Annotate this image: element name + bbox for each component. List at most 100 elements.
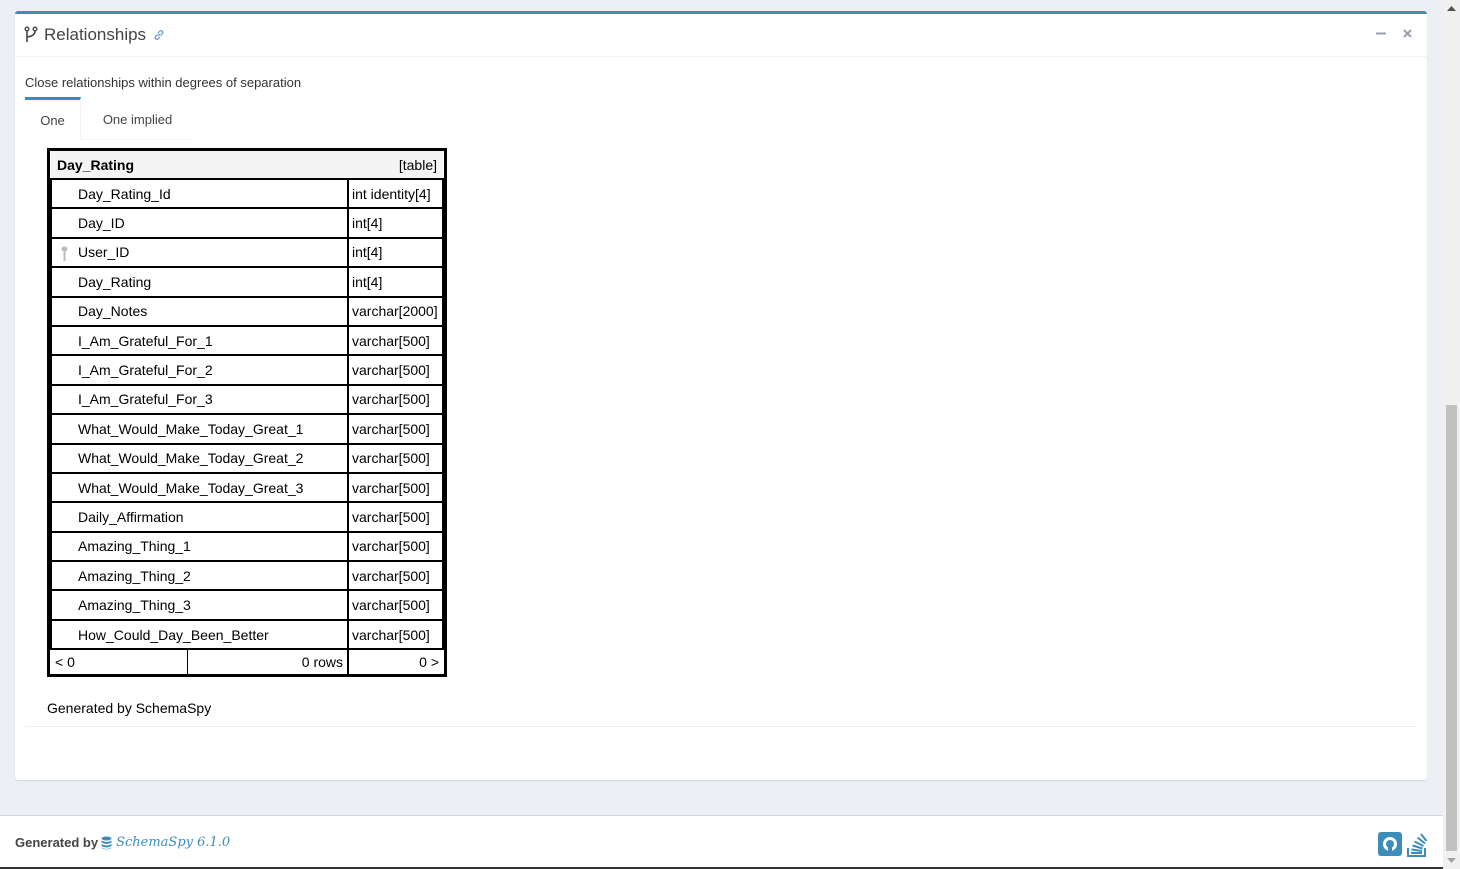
- box-body: Close relationships within degrees of se…: [15, 57, 1427, 750]
- column-name-text: What_Would_Make_Today_Great_2: [78, 450, 304, 467]
- column-row[interactable]: What_Would_Make_Today_Great_3 varchar[500…: [50, 472, 444, 504]
- column-name-text: Amazing_Thing_2: [78, 567, 191, 584]
- column-name: I_Am_Grateful_For_2: [50, 355, 349, 386]
- scroll-down-button[interactable]: [1443, 852, 1460, 869]
- column-row[interactable]: Amazing_Thing_1 varchar[500]: [50, 531, 444, 563]
- column-name-text: How_Could_Day_Been_Better: [78, 626, 269, 643]
- relationships-box: Relationships Close relationships within…: [15, 11, 1427, 780]
- column-name: What_Would_Make_Today_Great_3: [50, 472, 349, 504]
- footer-icons: [1378, 832, 1429, 858]
- column-name: Amazing_Thing_3: [50, 590, 349, 621]
- column-name-text: What_Would_Make_Today_Great_1: [78, 420, 304, 437]
- link-icon[interactable]: [153, 29, 165, 41]
- column-name-text: Amazing_Thing_1: [78, 538, 191, 555]
- column-row[interactable]: Day_Rating_Id int identity[4]: [50, 179, 444, 210]
- vertical-scrollbar[interactable]: [1443, 0, 1460, 869]
- divider: [25, 726, 1417, 727]
- column-name-text: I_Am_Grateful_For_2: [78, 362, 213, 379]
- column-type: varchar[500]: [348, 531, 444, 563]
- column-row[interactable]: Day_Rating int[4]: [50, 267, 444, 298]
- column-name-text: Day_Rating: [78, 273, 152, 290]
- column-row[interactable]: What_Would_Make_Today_Great_1 varchar[500…: [50, 414, 444, 445]
- column-type: varchar[500]: [348, 414, 444, 445]
- column-name-text: Day_Notes: [78, 303, 148, 320]
- column-row[interactable]: User_ID int[4]: [50, 237, 444, 269]
- diagram-footer: < 0 0 rows 0 >: [51, 649, 443, 675]
- scroll-thumb[interactable]: [1446, 405, 1457, 851]
- tab-one[interactable]: One: [25, 97, 81, 140]
- diagram-columns: Day_Rating_Id int identity[4] Day_ID int[4]…: [50, 179, 444, 651]
- github-icon[interactable]: [1378, 832, 1402, 858]
- column-type: int[4]: [348, 267, 444, 298]
- database-icon: [101, 836, 112, 849]
- column-name: What_Would_Make_Today_Great_2: [50, 443, 349, 474]
- scroll-up-button[interactable]: [1443, 0, 1460, 17]
- minimize-button[interactable]: [1375, 26, 1387, 40]
- column-type: varchar[500]: [348, 619, 444, 651]
- tab-pane-one: Day_Rating [table] Day_Rating_Id int iden…: [25, 140, 1417, 740]
- column-type: varchar[2000]: [348, 296, 444, 327]
- code-fork-icon: [24, 26, 38, 44]
- column-name-text: Day_Rating_Id: [78, 185, 171, 202]
- column-name: Day_Rating_Id: [50, 179, 349, 210]
- box-tools: [1375, 26, 1413, 40]
- children-count: 0 >: [419, 654, 439, 671]
- close-icon: [1402, 28, 1412, 38]
- column-name-text: Daily_Affirmation: [78, 508, 184, 525]
- column-name: Day_Rating: [50, 267, 349, 298]
- column-row[interactable]: Amazing_Thing_2 varchar[500]: [50, 561, 444, 592]
- diagram-header: Day_Rating [table]: [51, 151, 443, 180]
- tab-one-implied[interactable]: One implied: [81, 97, 194, 140]
- column-name: How_Could_Day_Been_Better: [50, 619, 349, 651]
- column-row[interactable]: How_Could_Day_Been_Better varchar[500]: [50, 619, 444, 651]
- column-name: I_Am_Grateful_For_1: [50, 325, 349, 357]
- foreign-key-icon: [61, 246, 68, 265]
- column-name: What_Would_Make_Today_Great_1: [50, 414, 349, 445]
- column-name: Daily_Affirmation: [50, 502, 349, 533]
- column-row[interactable]: Amazing_Thing_3 varchar[500]: [50, 590, 444, 621]
- column-name: Day_Notes: [50, 296, 349, 327]
- footer-brand[interactable]: SchemaSpy 6.1.0: [116, 835, 230, 850]
- column-name: Amazing_Thing_1: [50, 531, 349, 563]
- degrees-subtitle: Close relationships within degrees of se…: [25, 75, 302, 90]
- column-type: int[4]: [348, 237, 444, 269]
- column-name: Day_ID: [50, 208, 349, 239]
- content-area: Relationships Close relationships within…: [0, 0, 1443, 815]
- column-type: varchar[500]: [348, 590, 444, 621]
- box-header: Relationships: [15, 14, 1427, 57]
- schemaspy-link[interactable]: SchemaSpy 6.1.0: [101, 835, 230, 850]
- column-type: varchar[500]: [348, 443, 444, 474]
- column-type: varchar[500]: [348, 355, 444, 386]
- column-type: varchar[500]: [348, 561, 444, 592]
- footer-label: Generated by: [15, 835, 99, 850]
- column-type: int identity[4]: [348, 179, 444, 210]
- row-count: 0 rows: [187, 650, 349, 675]
- column-row[interactable]: I_Am_Grateful_For_2 varchar[500]: [50, 355, 444, 386]
- column-name-text: I_Am_Grateful_For_3: [78, 391, 213, 408]
- column-type: int[4]: [348, 208, 444, 239]
- page-footer: Generated by SchemaSpy 6.1.0: [0, 815, 1443, 869]
- diagram-table-name[interactable]: Day_Rating: [51, 151, 348, 180]
- column-row[interactable]: I_Am_Grateful_For_1 varchar[500]: [50, 325, 444, 357]
- close-button[interactable]: [1401, 26, 1413, 40]
- table-diagram[interactable]: Day_Rating [table] Day_Rating_Id int iden…: [47, 148, 447, 678]
- degree-tabs: One One implied: [25, 97, 1417, 140]
- column-type: varchar[500]: [348, 325, 444, 357]
- column-row[interactable]: Day_Notes varchar[2000]: [50, 296, 444, 327]
- column-name-text: What_Would_Make_Today_Great_3: [78, 479, 304, 496]
- column-type: varchar[500]: [348, 384, 444, 416]
- column-name-text: Amazing_Thing_3: [78, 597, 191, 614]
- column-row[interactable]: I_Am_Grateful_For_3 varchar[500]: [50, 384, 444, 416]
- column-name-text: User_ID: [78, 244, 130, 261]
- minus-icon: [1376, 32, 1386, 34]
- column-type: varchar[500]: [348, 472, 444, 504]
- column-row[interactable]: Day_ID int[4]: [50, 208, 444, 239]
- column-row[interactable]: What_Would_Make_Today_Great_2 varchar[500…: [50, 443, 444, 474]
- column-name: I_Am_Grateful_For_3: [50, 384, 349, 416]
- stackoverflow-icon[interactable]: [1405, 832, 1429, 858]
- column-row[interactable]: Daily_Affirmation varchar[500]: [50, 502, 444, 533]
- column-name: User_ID: [50, 237, 349, 269]
- column-name-text: Day_ID: [78, 215, 125, 232]
- box-title: Relationships: [44, 25, 147, 44]
- column-name: Amazing_Thing_2: [50, 561, 349, 592]
